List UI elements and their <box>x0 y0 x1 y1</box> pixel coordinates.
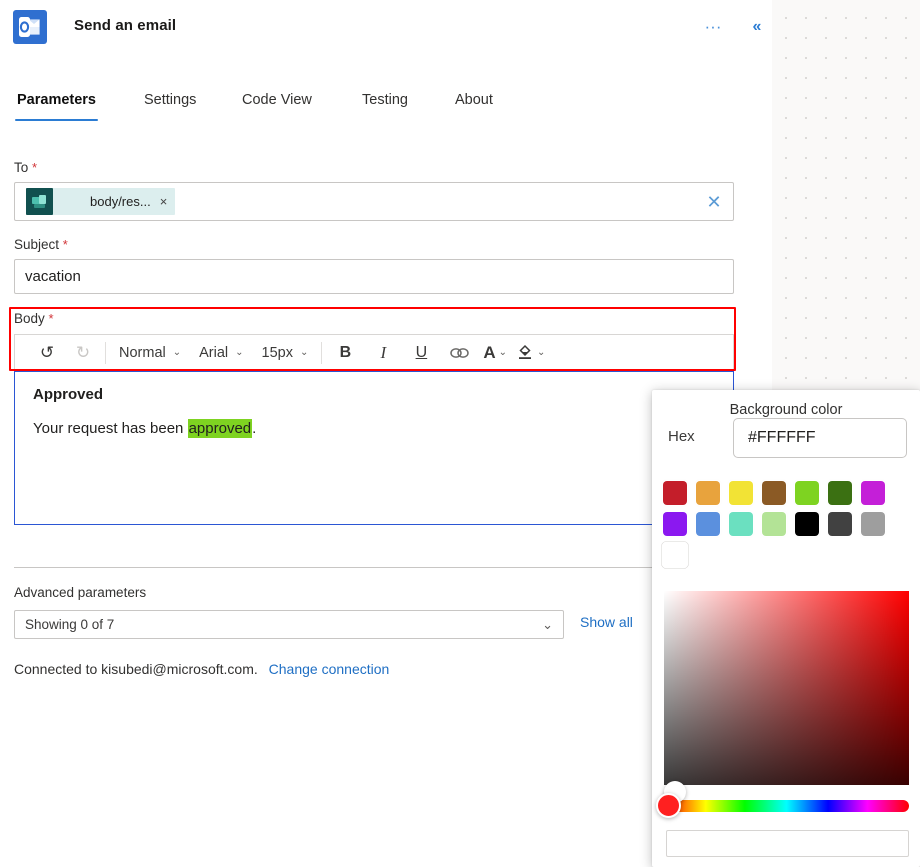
subject-label-text: Subject <box>14 237 59 252</box>
body-paragraph: Your request has been approved. <box>33 420 715 437</box>
hue-slider-thumb[interactable] <box>656 793 681 818</box>
hex-label: Hex <box>668 428 695 445</box>
to-token-remove-icon[interactable]: × <box>160 194 168 209</box>
to-label-text: To <box>14 160 28 175</box>
saturation-value-area[interactable] <box>664 591 909 785</box>
hex-input[interactable]: #FFFFFF <box>733 418 907 458</box>
connection-text: Connected to kisubedi@microsoft.com. <box>14 661 258 677</box>
body-required-marker: * <box>49 311 54 326</box>
change-connection-link[interactable]: Change connection <box>269 661 390 677</box>
color-swatch[interactable] <box>795 512 819 536</box>
underline-icon[interactable]: U <box>402 336 440 370</box>
color-swatch[interactable] <box>729 481 753 505</box>
more-options-icon[interactable]: ··· <box>700 14 726 40</box>
color-swatch[interactable] <box>696 512 720 536</box>
advanced-parameters-label: Advanced parameters <box>14 585 146 600</box>
color-swatch[interactable] <box>762 481 786 505</box>
link-icon[interactable] <box>440 336 478 370</box>
to-field-label: To * <box>14 160 37 175</box>
outlook-icon <box>13 10 47 44</box>
color-swatch[interactable] <box>663 543 687 567</box>
to-token-chip[interactable]: body/res... × <box>26 188 175 215</box>
color-swatch[interactable] <box>762 512 786 536</box>
chevron-down-icon: ⌄ <box>537 347 545 358</box>
approvals-icon <box>26 188 53 215</box>
chevron-down-icon: ⌄ <box>173 347 181 358</box>
font-color-icon[interactable]: A ⌄ <box>478 336 512 370</box>
color-swatch[interactable] <box>828 512 852 536</box>
color-picker-bottom-input[interactable] <box>666 830 909 857</box>
color-swatch[interactable] <box>795 481 819 505</box>
undo-icon[interactable]: ↺ <box>29 336 65 370</box>
color-swatch[interactable] <box>861 512 885 536</box>
toolbar-divider-1 <box>105 342 106 364</box>
tab-settings[interactable]: Settings <box>142 88 198 112</box>
italic-icon[interactable]: I <box>364 336 402 370</box>
section-divider <box>14 567 734 568</box>
subject-field-label: Subject * <box>14 237 68 252</box>
swatch-row <box>663 481 913 505</box>
connection-status: Connected to kisubedi@microsoft.com. Cha… <box>14 661 389 677</box>
body-field-label: Body * <box>14 311 54 326</box>
tab-code-view[interactable]: Code View <box>240 88 314 112</box>
to-token-label: body/res... <box>53 194 160 209</box>
chevron-down-icon: ⌄ <box>499 347 507 358</box>
rich-text-toolbar: ↺ ↻ Normal ⌄ Arial ⌄ 15px ⌄ B I U <box>14 334 734 370</box>
show-all-link[interactable]: Show all <box>580 614 633 630</box>
font-family-dropdown[interactable]: Arial ⌄ <box>190 338 252 368</box>
body-label-text: Body <box>14 311 45 326</box>
hue-slider[interactable] <box>664 800 909 812</box>
tab-parameters[interactable]: Parameters <box>15 88 98 112</box>
color-swatch[interactable] <box>828 481 852 505</box>
paint-bucket-glyph <box>517 343 534 363</box>
subject-required-marker: * <box>63 237 68 252</box>
body-text-before: Your request has been <box>33 420 188 437</box>
tab-bar: Parameters Settings Code View Testing Ab… <box>0 88 772 128</box>
font-family-value: Arial <box>199 345 228 361</box>
chevron-down-icon: ⌄ <box>300 347 308 358</box>
swatch-row <box>663 512 913 536</box>
chevron-down-icon: ⌄ <box>235 347 243 358</box>
color-swatch-grid <box>663 481 913 574</box>
toolbar-divider-2 <box>321 342 322 364</box>
body-text-after: . <box>252 420 256 437</box>
chevron-down-icon: ⌄ <box>542 617 553 633</box>
background-color-picker: Background color Hex #FFFFFF <box>652 390 920 867</box>
to-input-box[interactable]: body/res... × ✕ <box>14 182 734 221</box>
app-root: Send an email ··· « Parameters Settings … <box>0 0 920 867</box>
color-swatch[interactable] <box>663 512 687 536</box>
body-rich-text-editor[interactable]: Approved Your request has been approved. <box>14 371 734 525</box>
font-size-dropdown[interactable]: 15px ⌄ <box>253 338 318 368</box>
redo-icon[interactable]: ↻ <box>65 336 101 370</box>
swatch-row <box>663 543 913 567</box>
paragraph-style-dropdown[interactable]: Normal ⌄ <box>110 338 190 368</box>
to-clear-icon[interactable]: ✕ <box>699 187 729 216</box>
color-swatch[interactable] <box>729 512 753 536</box>
highlight-color-icon[interactable]: ⌄ <box>512 336 550 370</box>
panel-header: Send an email ··· « <box>0 0 772 56</box>
to-required-marker: * <box>32 160 37 175</box>
page-title: Send an email <box>74 17 176 34</box>
color-swatch[interactable] <box>663 481 687 505</box>
body-text-highlighted: approved <box>188 419 253 438</box>
advanced-parameters-value: Showing 0 of 7 <box>25 617 114 632</box>
font-size-value: 15px <box>262 345 293 361</box>
subject-input[interactable]: vacation <box>14 259 734 294</box>
advanced-parameters-dropdown[interactable]: Showing 0 of 7 ⌄ <box>14 610 564 639</box>
collapse-panel-icon[interactable]: « <box>744 14 770 40</box>
paragraph-style-value: Normal <box>119 345 166 361</box>
color-swatch[interactable] <box>696 481 720 505</box>
tab-about[interactable]: About <box>453 88 495 112</box>
body-heading: Approved <box>33 386 715 403</box>
tab-testing[interactable]: Testing <box>360 88 410 112</box>
font-color-glyph: A <box>483 343 495 363</box>
color-picker-title: Background color <box>652 402 920 418</box>
color-swatch[interactable] <box>861 481 885 505</box>
bold-icon[interactable]: B <box>326 336 364 370</box>
